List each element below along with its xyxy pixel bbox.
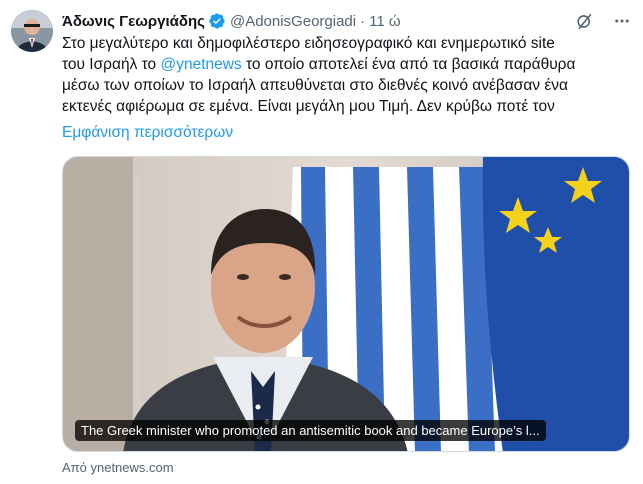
- link-card[interactable]: The Greek minister who promoted an antis…: [62, 156, 630, 452]
- show-more-link[interactable]: Εμφάνιση περισσότερων: [62, 122, 233, 143]
- timestamp[interactable]: 11 ώ: [369, 13, 400, 30]
- separator-dot: ·: [360, 12, 366, 30]
- mention-link[interactable]: @ynetnews: [160, 56, 241, 73]
- author-handle[interactable]: @AdonisGeorgiadi: [230, 13, 356, 30]
- tweet-text-segment: του Ισραήλ το: [62, 56, 161, 73]
- card-title[interactable]: The Greek minister who promoted an antis…: [75, 420, 546, 441]
- tweet-text-line: Στο μεγαλύτερο και δημοφιλέστερο ειδησεο…: [62, 35, 555, 52]
- grok-icon[interactable]: [574, 11, 594, 31]
- tweet-text: Στο μεγαλύτερο και δημοφιλέστερο ειδησεο…: [62, 33, 637, 117]
- tweet-header: Άδωνις Γεωργιάδης @AdonisGeorgiadi · 11 …: [62, 10, 632, 32]
- card-image: [63, 157, 629, 451]
- verified-badge-icon: [208, 12, 226, 30]
- more-icon[interactable]: [612, 11, 632, 31]
- tweet-text-segment: το οποίο αποτελεί ένα από τα βασικά παρά…: [246, 56, 576, 73]
- tweet-text-line: εκτενές αφιέρωμα σε εμένα. Είναι μεγάλη …: [62, 98, 555, 115]
- author-name[interactable]: Άδωνις Γεωργιάδης: [62, 13, 205, 30]
- tweet-text-line: του Ισραήλ το @ynetnews το οποίο αποτελε…: [62, 54, 637, 75]
- avatar[interactable]: [11, 10, 53, 52]
- card-source[interactable]: Από ynetnews.com: [62, 460, 174, 475]
- eu-flag: [482, 157, 629, 451]
- tweet-text-line: μέσω των οποίων το Ισραήλ απευθύνεται στ…: [62, 77, 568, 94]
